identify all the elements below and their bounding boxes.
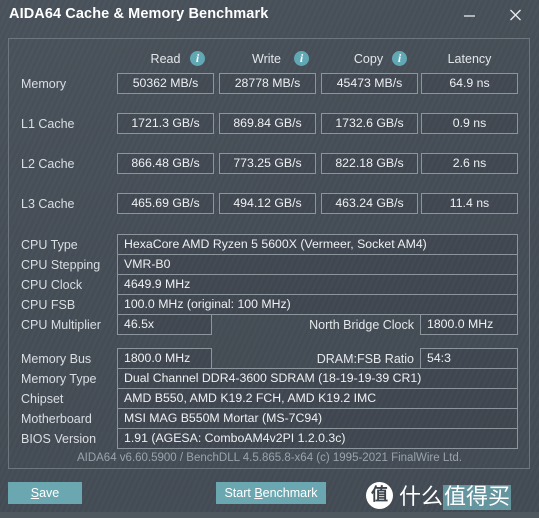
copy-info-icon[interactable] xyxy=(392,50,407,66)
cpu-type-label: CPU Type xyxy=(21,238,78,252)
column-header-latency: Latency xyxy=(447,52,492,66)
start-benchmark-button[interactable]: Start Benchmark xyxy=(216,482,326,504)
l3-latency-value: 11.4 ns xyxy=(421,193,518,214)
north-bridge-clock-label: North Bridge Clock xyxy=(309,318,414,332)
memory-latency-value: 64.9 ns xyxy=(421,73,518,94)
l3-read-value: 465.69 GB/s xyxy=(117,193,214,214)
cpu-clock-label: CPU Clock xyxy=(21,278,83,292)
motherboard-label: Motherboard xyxy=(21,412,92,426)
cpu-type-value: HexaCore AMD Ryzen 5 5600X (Vermeer, Soc… xyxy=(117,234,518,255)
l2-read-value: 866.48 GB/s xyxy=(117,153,214,174)
title-bar: AIDA64 Cache & Memory Benchmark xyxy=(0,0,539,32)
chipset-value: AMD B550, AMD K19.2 FCH, AMD K19.2 IMC xyxy=(117,388,518,409)
dram-fsb-ratio-label: DRAM:FSB Ratio xyxy=(316,352,414,366)
row-label-memory: Memory xyxy=(21,77,67,91)
write-info-icon[interactable] xyxy=(294,50,309,66)
watermark-logo: 值 什么值得买 xyxy=(366,479,512,511)
save-label-rest: ave xyxy=(39,486,60,500)
north-bridge-clock-value: 1800.0 MHz xyxy=(420,314,518,335)
cpu-clock-value: 4649.9 MHz xyxy=(117,274,518,295)
cpu-stepping-label: CPU Stepping xyxy=(21,258,101,272)
bios-version-value: 1.91 (AGESA: ComboAM4v2PI 1.2.0.3c) xyxy=(117,428,518,449)
watermark-text-highlight: 值得买 xyxy=(443,485,512,510)
l1-latency-value: 0.9 ns xyxy=(421,113,518,134)
bios-version-label: BIOS Version xyxy=(21,432,97,446)
cpu-stepping-value: VMR-B0 xyxy=(117,254,518,275)
l1-write-value: 869.84 GB/s xyxy=(219,113,316,134)
l1-read-value: 1721.3 GB/s xyxy=(117,113,214,134)
save-accel-letter: S xyxy=(30,486,40,500)
cpu-fsb-value: 100.0 MHz (original: 100 MHz) xyxy=(117,294,518,315)
l3-write-value: 494.12 GB/s xyxy=(219,193,316,214)
l2-write-value: 773.25 GB/s xyxy=(219,153,316,174)
memory-write-value: 28778 MB/s xyxy=(219,73,316,94)
cpu-fsb-label: CPU FSB xyxy=(21,298,76,312)
window-bottom-edge xyxy=(0,512,539,518)
cpu-multiplier-label: CPU Multiplier xyxy=(21,318,101,332)
l2-copy-value: 822.18 GB/s xyxy=(321,153,418,174)
minimize-icon xyxy=(463,15,475,17)
memory-read-value: 50362 MB/s xyxy=(117,73,214,94)
row-label-l3-cache: L3 Cache xyxy=(21,197,75,211)
l2-latency-value: 2.6 ns xyxy=(421,153,518,174)
watermark-text: 什么值得买 xyxy=(399,479,512,511)
row-label-l1-cache: L1 Cache xyxy=(21,117,75,131)
close-icon xyxy=(509,9,521,21)
memory-bus-value: 1800.0 MHz xyxy=(117,348,212,369)
watermark-badge-icon: 值 xyxy=(366,481,393,509)
chipset-label: Chipset xyxy=(21,392,64,406)
row-label-l2-cache: L2 Cache xyxy=(21,157,75,171)
memory-type-label: Memory Type xyxy=(21,372,97,386)
minimize-button[interactable] xyxy=(457,4,481,26)
save-button[interactable]: Save xyxy=(8,482,82,504)
bench-label-pre: Start xyxy=(224,486,255,500)
footer-credit: AIDA64 v6.60.5900 / BenchDLL 4.5.865.8-x… xyxy=(76,452,463,464)
bench-label-rest: enchmark xyxy=(262,486,318,500)
memory-type-value: Dual Channel DDR4-3600 SDRAM (18-19-19-3… xyxy=(117,368,518,389)
l1-copy-value: 1732.6 GB/s xyxy=(321,113,418,134)
memory-bus-label: Memory Bus xyxy=(21,352,92,366)
watermark-text-plain: 什么 xyxy=(399,485,444,510)
dram-fsb-ratio-value: 54:3 xyxy=(420,348,518,369)
read-info-icon[interactable] xyxy=(190,50,205,66)
l3-copy-value: 463.24 GB/s xyxy=(321,193,418,214)
window-title: AIDA64 Cache & Memory Benchmark xyxy=(9,6,269,22)
aida64-benchmark-window: AIDA64 Cache & Memory Benchmark Read Wri… xyxy=(0,0,539,518)
bench-accel-letter: B xyxy=(254,486,263,500)
motherboard-value: MSI MAG B550M Mortar (MS-7C94) xyxy=(117,408,518,429)
close-button[interactable] xyxy=(503,4,527,26)
cpu-multiplier-value: 46.5x xyxy=(117,314,212,335)
memory-copy-value: 45473 MB/s xyxy=(321,73,418,94)
